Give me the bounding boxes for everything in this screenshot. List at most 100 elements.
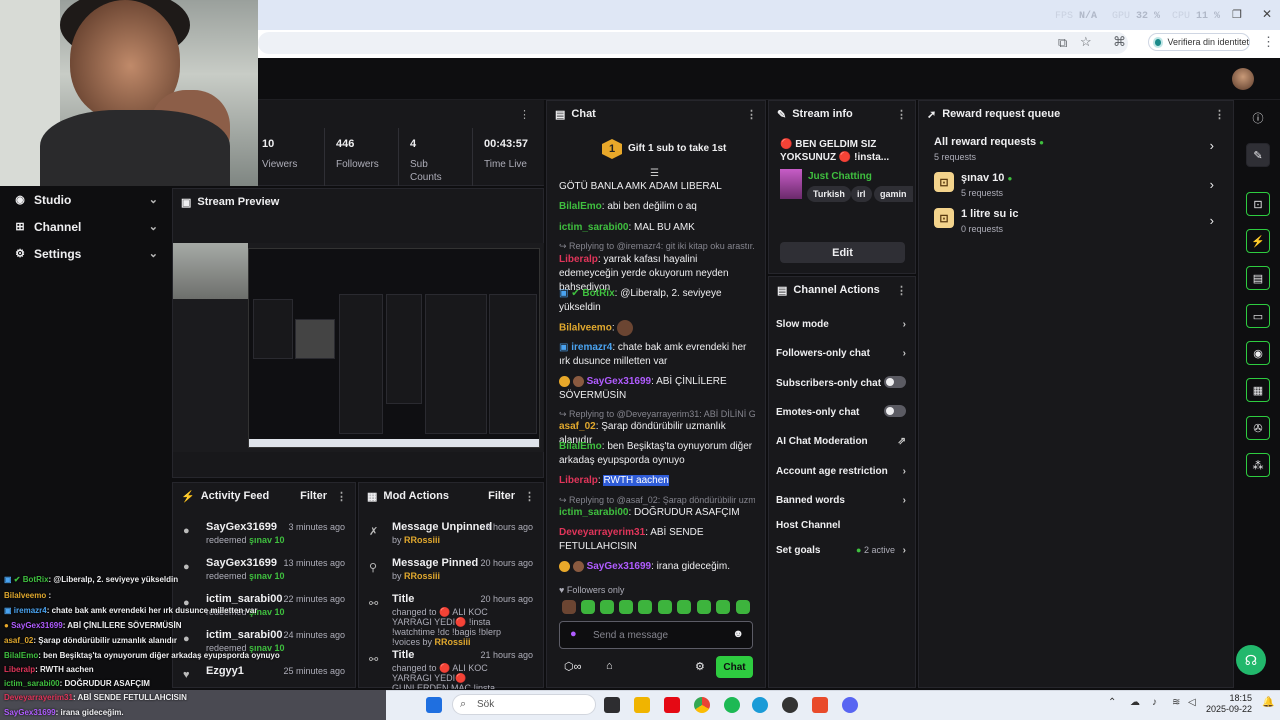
banned-words-row[interactable]: Banned words ›	[776, 495, 906, 506]
filter-button[interactable]: Filter	[488, 490, 515, 502]
taskbar-search[interactable]: ⌕ Sök	[452, 694, 596, 715]
stream-tag[interactable]: irl	[851, 186, 872, 202]
followers-only-row[interactable]: Followers-only chat ›	[776, 348, 906, 359]
all-rewards-row[interactable]: All reward requests ● 5 requests ›	[934, 136, 1224, 162]
netflix-icon[interactable]	[664, 697, 680, 713]
support-headset-button[interactable]: ☊	[1236, 645, 1266, 675]
user-avatar[interactable]	[1232, 68, 1254, 90]
cloud-icon[interactable]: ☁	[1130, 697, 1140, 708]
chat-message[interactable]: BilalEmo: abi ben değilim o aq	[559, 200, 755, 214]
filter-button[interactable]: Filter	[300, 490, 327, 502]
chat-icon[interactable]: ▭	[1246, 304, 1270, 328]
emote-icon[interactable]	[697, 600, 711, 614]
window-close-icon[interactable]: ✕	[1262, 7, 1272, 21]
bookmark-star-icon[interactable]: ☆	[1080, 34, 1092, 50]
chat-input[interactable]: ● Send a message ☻	[559, 621, 753, 649]
ai-moderation-row[interactable]: AI Chat Moderation ⇗	[776, 436, 906, 447]
edge-icon[interactable]	[752, 697, 768, 713]
notification-bell-icon[interactable]: 🔔	[1262, 697, 1274, 708]
emote-icon[interactable]	[736, 600, 750, 614]
gift-sub-cta[interactable]: Gift 1 sub to take 1st	[628, 143, 726, 154]
emote-icon[interactable]	[677, 600, 691, 614]
list-item[interactable]: ⚯ Title changed to 🔴 ALI KOC YARRAGI YEDI🔴…	[359, 645, 543, 689]
reward-item[interactable]: ⊡ şınav 10 ● 5 requests ›	[934, 172, 1224, 198]
extensions-icon[interactable]: ⌘	[1113, 34, 1126, 50]
brave-icon[interactable]	[812, 697, 828, 713]
chat-message[interactable]: BilalEmo: ben Beşiktaş'ta oynuyorum diğe…	[559, 440, 755, 468]
channel-points-icon[interactable]: ⬡∞	[564, 660, 581, 673]
apps-icon[interactable]: ⁂	[1246, 453, 1270, 477]
host-channel-row[interactable]: Host Channel	[776, 520, 906, 531]
chat-message[interactable]: Bilalveemo:	[559, 320, 755, 336]
kebab-menu-icon[interactable]: ⋮	[524, 490, 535, 503]
pinned-toggle-icon[interactable]: ☰	[650, 168, 659, 179]
kebab-menu-icon[interactable]: ⋮	[336, 490, 347, 503]
emote-picker-icon[interactable]: ☻	[732, 628, 744, 640]
chat-message[interactable]: ▣ ✔ BotRix: @Liberalp, 2. seviyeye yükse…	[559, 287, 755, 315]
pencil-icon[interactable]: ✎	[1246, 143, 1270, 167]
store-icon[interactable]: ⌂	[606, 660, 613, 672]
mic-icon[interactable]: ♪	[1152, 697, 1157, 708]
reward-item[interactable]: ⊡ 1 litre su ic 0 requests ›	[934, 208, 1224, 234]
emote-icon[interactable]	[619, 600, 633, 614]
verify-identity-button[interactable]: Verifiera din identitet	[1148, 33, 1250, 51]
subscribers-only-toggle[interactable]	[884, 376, 906, 388]
windows-start-icon[interactable]	[426, 697, 442, 713]
sidebar-item-settings[interactable]: ⚙ Settings ⌄	[0, 240, 172, 267]
layout-icon[interactable]: ▦	[1246, 378, 1270, 402]
spotify-icon[interactable]	[724, 697, 740, 713]
window-restore-icon[interactable]: ❐	[1232, 8, 1242, 21]
slow-mode-row[interactable]: Slow mode ›	[776, 319, 906, 330]
sidebar-item-studio[interactable]: ◉ Studio ⌄	[0, 186, 172, 213]
taskbar-clock[interactable]: 18:15 2025-09-22	[1204, 693, 1252, 715]
set-goals-row[interactable]: Set goals ● 2 active ›	[776, 545, 906, 556]
wifi-icon[interactable]: ≋	[1172, 697, 1180, 708]
stream-tag[interactable]: Turkish	[807, 186, 851, 202]
chat-message[interactable]: GÖTÜ BANLA AMK ADAM LIBERAL	[559, 180, 755, 194]
chat-message[interactable]: SayGex31699: irana gideceğim.	[559, 560, 755, 574]
emote-icon[interactable]	[638, 600, 652, 614]
kebab-menu-icon[interactable]: ⋮	[746, 108, 757, 121]
list-item[interactable]: ⚯ Title changed to 🔴 ALI KOC YARRAGI YEDI🔴…	[359, 589, 543, 647]
chat-message[interactable]: ictim_sarabi00: DOĞRUDUR ASAFÇIM	[559, 506, 755, 520]
sidebar-item-channel[interactable]: ⊞ Channel ⌄	[0, 213, 172, 240]
edit-stream-info-button[interactable]: Edit	[780, 242, 905, 263]
kebab-menu-icon[interactable]: ⋮	[896, 284, 907, 297]
chrome-icon[interactable]	[694, 697, 710, 713]
chat-settings-gear-icon[interactable]: ⚙	[695, 660, 705, 673]
emotes-only-toggle[interactable]	[884, 405, 906, 417]
stream-tag[interactable]: gamin	[874, 186, 913, 202]
browser-menu-icon[interactable]: ⋮	[1262, 34, 1275, 50]
chat-message[interactable]: Deveyarrayerim31: ABİ SENDE FETULLAHCISI…	[559, 526, 755, 554]
task-view-icon[interactable]	[604, 697, 620, 713]
emote-icon[interactable]	[581, 600, 595, 614]
stream-category[interactable]: Just Chatting	[808, 171, 872, 182]
translate-icon[interactable]: ⧉	[1058, 35, 1067, 51]
chat-message[interactable]: ▣ iremazr4: chate bak amk evrendeki her …	[559, 341, 755, 369]
list-item[interactable]: ● SayGex31699 redeemed şınav 10 3 minutes a…	[173, 517, 355, 553]
list-item[interactable]: ⚲ Message Pinned by RRossiii 20 hours ago	[359, 553, 543, 589]
bolt-icon[interactable]: ⚡	[1246, 229, 1270, 253]
discord-icon[interactable]	[842, 697, 858, 713]
file-explorer-icon[interactable]	[634, 697, 650, 713]
chat-message[interactable]: SayGex31699: ABİ ÇİNLİLERE SÖVERMÜSİN	[559, 375, 755, 403]
info-icon[interactable]: ⓘ	[1246, 106, 1270, 130]
kebab-menu-icon[interactable]: ⋮	[1214, 108, 1225, 121]
rewards-icon[interactable]: ⊡	[1246, 192, 1270, 216]
document-icon[interactable]: ▤	[1246, 266, 1270, 290]
tray-chevron-up-icon[interactable]: ⌃	[1108, 697, 1116, 708]
microphone-icon[interactable]: ●	[570, 628, 577, 640]
emote-icon[interactable]	[600, 600, 614, 614]
emote-icon[interactable]	[716, 600, 730, 614]
list-item[interactable]: ● SayGex31699 redeemed şınav 10 13 minutes …	[173, 553, 355, 589]
kebab-menu-icon[interactable]: ⋮	[896, 108, 907, 121]
kebab-menu-icon[interactable]: ⋮	[519, 108, 530, 121]
send-chat-button[interactable]: Chat	[716, 656, 753, 678]
volume-icon[interactable]: ◁	[1188, 697, 1196, 708]
chat-message[interactable]: Liberalp: RWTH aachen	[559, 474, 755, 488]
wrench-icon[interactable]: ✇	[1246, 416, 1270, 440]
obs-icon[interactable]	[782, 697, 798, 713]
address-bar[interactable]	[258, 32, 1128, 54]
account-age-row[interactable]: Account age restriction ›	[776, 466, 906, 477]
list-item[interactable]: ✗ Message Unpinned by RRossiii 8 hours ago	[359, 517, 543, 553]
